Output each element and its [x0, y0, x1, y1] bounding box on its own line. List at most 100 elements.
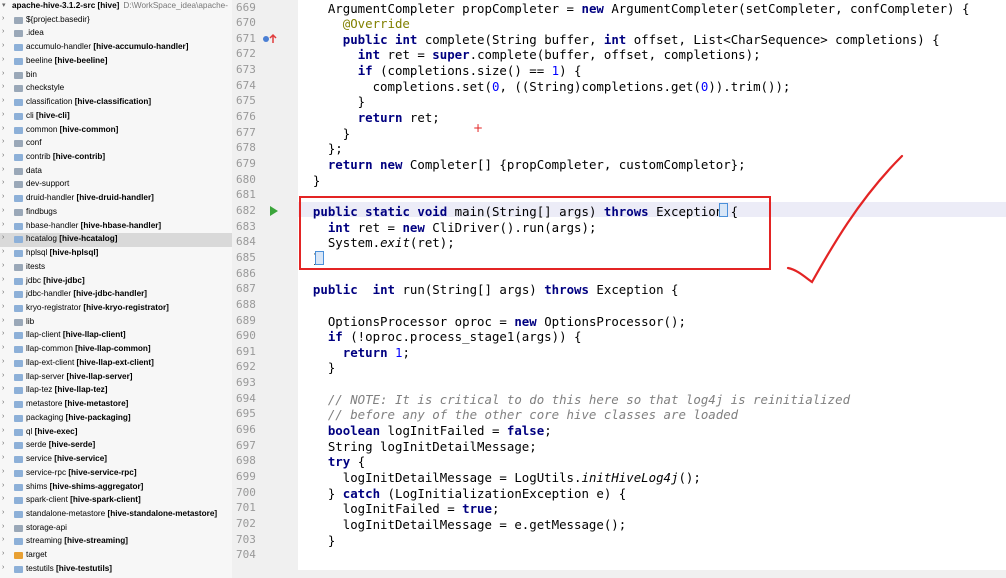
code-line[interactable]: if (!oproc.process_stage1(args)) { — [298, 329, 582, 345]
expand-arrow-icon[interactable]: › — [2, 344, 10, 356]
expand-arrow-icon[interactable]: › — [2, 482, 10, 494]
tree-item[interactable]: › shims [hive-shims-aggregator] — [0, 481, 232, 495]
expand-arrow-icon[interactable]: ▾ — [2, 1, 10, 13]
tree-item[interactable]: › cli [hive-cli] — [0, 110, 232, 124]
tree-item[interactable]: › common [hive-common] — [0, 124, 232, 138]
tree-item[interactable]: › checkstyle — [0, 82, 232, 96]
expand-arrow-icon[interactable]: › — [2, 330, 10, 342]
code-line[interactable]: completions.set(0, ((String)completions.… — [298, 79, 791, 95]
tree-item[interactable]: › accumulo-handler [hive-accumulo-handler… — [0, 41, 232, 55]
code-line[interactable]: } — [298, 533, 335, 549]
tree-item[interactable]: › bin — [0, 69, 232, 83]
expand-arrow-icon[interactable]: › — [2, 152, 10, 164]
tree-item[interactable]: › dev-support — [0, 178, 232, 192]
tree-item[interactable]: › spark-client [hive-spark-client] — [0, 494, 232, 508]
tree-item[interactable]: › streaming [hive-streaming] — [0, 535, 232, 549]
code-line[interactable]: } — [298, 360, 335, 376]
expand-arrow-icon[interactable]: › — [2, 83, 10, 95]
code-line[interactable]: int ret = super.complete(buffer, offset,… — [298, 47, 761, 63]
expand-arrow-icon[interactable]: › — [2, 56, 10, 68]
tree-item[interactable]: › llap-tez [hive-llap-tez] — [0, 384, 232, 398]
expand-arrow-icon[interactable]: › — [2, 303, 10, 315]
expand-arrow-icon[interactable]: › — [2, 97, 10, 109]
code-line[interactable]: return new Completer[] {propCompleter, c… — [298, 157, 746, 173]
expand-arrow-icon[interactable]: › — [2, 385, 10, 397]
tree-item[interactable]: › conf — [0, 137, 232, 151]
tree-item[interactable]: › hcatalog [hive-hcatalog] — [0, 233, 232, 248]
tree-item[interactable]: › llap-client [hive-llap-client] — [0, 329, 232, 343]
expand-arrow-icon[interactable]: › — [2, 111, 10, 123]
code-line[interactable]: ArgumentCompleter propCompleter = new Ar… — [298, 1, 970, 17]
tree-item[interactable]: › llap-server [hive-llap-server] — [0, 371, 232, 385]
expand-arrow-icon[interactable]: › — [2, 262, 10, 274]
tree-item[interactable]: › llap-common [hive-llap-common] — [0, 343, 232, 357]
code-line[interactable]: try { — [298, 454, 365, 470]
code-line[interactable]: public int complete(String buffer, int o… — [298, 32, 940, 48]
expand-arrow-icon[interactable]: › — [2, 454, 10, 466]
tree-item[interactable]: › classification [hive-classification] — [0, 96, 232, 110]
tree-item[interactable]: › llap-ext-client [hive-llap-ext-client] — [0, 357, 232, 371]
code-line[interactable]: @Override — [298, 16, 410, 32]
expand-arrow-icon[interactable]: › — [2, 358, 10, 370]
expand-arrow-icon[interactable]: › — [2, 495, 10, 507]
tree-item[interactable]: › beeline [hive-beeline] — [0, 55, 232, 69]
tree-item[interactable]: › serde [hive-serde] — [0, 439, 232, 453]
expand-arrow-icon[interactable]: › — [2, 179, 10, 191]
expand-arrow-icon[interactable]: › — [2, 70, 10, 82]
tree-item[interactable]: › service-rpc [hive-service-rpc] — [0, 467, 232, 481]
code-line[interactable]: if (completions.size() == 1) { — [298, 63, 582, 79]
expand-arrow-icon[interactable]: › — [2, 125, 10, 137]
tree-item[interactable]: › hplsql [hive-hplsql] — [0, 247, 232, 261]
expand-arrow-icon[interactable]: › — [2, 28, 10, 40]
tree-item[interactable]: › findbugs — [0, 206, 232, 220]
tree-item[interactable]: › kryo-registrator [hive-kryo-registrator… — [0, 302, 232, 316]
code-line[interactable]: String logInitDetailMessage; — [298, 439, 537, 455]
expand-arrow-icon[interactable]: › — [2, 372, 10, 384]
expand-arrow-icon[interactable]: › — [2, 536, 10, 548]
expand-arrow-icon[interactable]: › — [2, 523, 10, 535]
expand-arrow-icon[interactable]: › — [2, 276, 10, 288]
code-line[interactable]: boolean logInitFailed = false; — [298, 423, 552, 439]
expand-arrow-icon[interactable]: › — [2, 138, 10, 150]
code-line[interactable]: logInitDetailMessage = e.getMessage(); — [298, 517, 626, 533]
expand-arrow-icon[interactable]: › — [2, 550, 10, 562]
expand-arrow-icon[interactable]: › — [2, 42, 10, 54]
expand-arrow-icon[interactable]: › — [2, 509, 10, 521]
tree-item[interactable]: › service [hive-service] — [0, 453, 232, 467]
code-line[interactable]: logInitDetailMessage = LogUtils.initHive… — [298, 470, 701, 486]
tree-item[interactable]: › storage-api — [0, 522, 232, 536]
tree-item[interactable]: › .idea — [0, 27, 232, 41]
expand-arrow-icon[interactable]: › — [2, 289, 10, 301]
tree-item[interactable]: › target — [0, 549, 232, 563]
tree-item[interactable]: › druid-handler [hive-druid-handler] — [0, 192, 232, 206]
expand-arrow-icon[interactable]: › — [2, 399, 10, 411]
expand-arrow-icon[interactable]: › — [2, 15, 10, 27]
tree-item[interactable]: › contrib [hive-contrib] — [0, 151, 232, 165]
tree-item[interactable]: › lib — [0, 316, 232, 330]
tree-item[interactable]: › testutils [hive-testutils] — [0, 563, 232, 577]
code-line[interactable]: return 1; — [298, 345, 410, 361]
tree-item[interactable]: › ql [hive-exec] — [0, 426, 232, 440]
expand-arrow-icon[interactable]: › — [2, 317, 10, 329]
tree-item[interactable]: › jdbc-handler [hive-jdbc-handler] — [0, 288, 232, 302]
code-line[interactable]: } — [298, 94, 365, 110]
code-line[interactable]: // NOTE: It is critical to do this here … — [298, 392, 850, 408]
code-line[interactable]: }; — [298, 141, 343, 157]
override-marker-icon[interactable] — [262, 32, 278, 46]
expand-arrow-icon[interactable]: › — [2, 234, 10, 246]
code-line[interactable]: // before any of the other core hive cla… — [298, 407, 738, 423]
expand-arrow-icon[interactable]: › — [2, 564, 10, 576]
code-line[interactable]: logInitFailed = true; — [298, 501, 500, 517]
run-main-icon[interactable] — [269, 205, 279, 217]
expand-arrow-icon[interactable]: › — [2, 440, 10, 452]
expand-arrow-icon[interactable]: › — [2, 193, 10, 205]
expand-arrow-icon[interactable]: › — [2, 221, 10, 233]
tree-item[interactable]: › standalone-metastore [hive-standalone-m… — [0, 508, 232, 522]
code-line[interactable]: return ret; — [298, 110, 440, 126]
expand-arrow-icon[interactable]: › — [2, 413, 10, 425]
expand-arrow-icon[interactable]: › — [2, 207, 10, 219]
tree-item[interactable]: › packaging [hive-packaging] — [0, 412, 232, 426]
tree-item[interactable]: › data — [0, 165, 232, 179]
code-line[interactable]: public int run(String[] args) throws Exc… — [298, 282, 679, 298]
code-line[interactable]: } — [298, 126, 350, 142]
